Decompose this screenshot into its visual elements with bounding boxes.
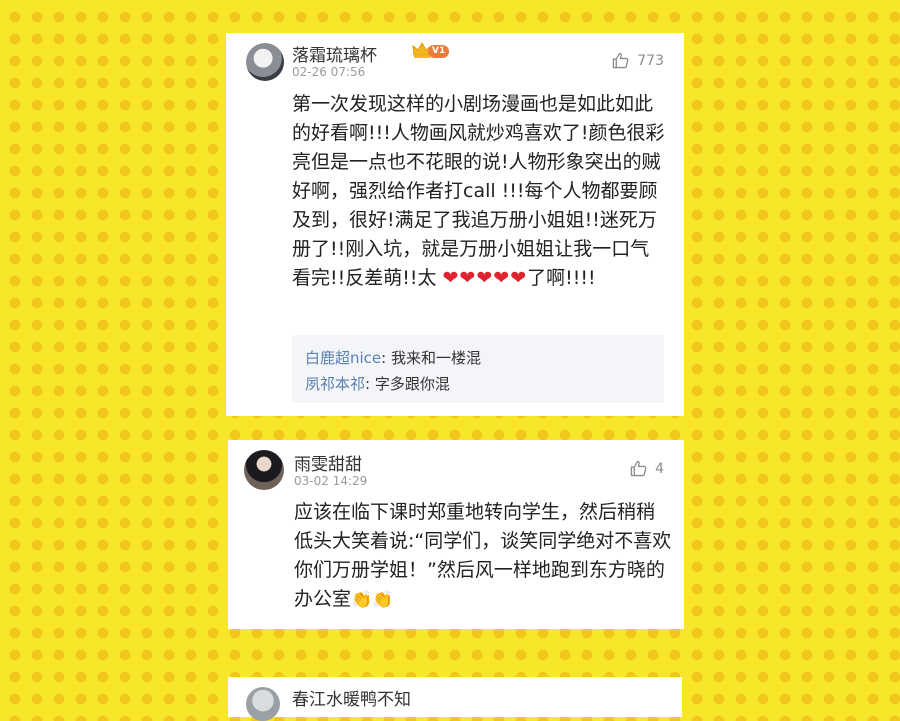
- avatar[interactable]: [244, 450, 284, 490]
- username[interactable]: 落霜琉璃杯: [292, 41, 377, 66]
- like-count: 4: [655, 460, 664, 477]
- comment-text: 应该在临下课时郑重地转向学生，然后稍稍低头大笑着说:“同学们，谈笑同学绝对不喜欢…: [294, 498, 672, 615]
- clap-emoji: 👏👏: [351, 590, 394, 610]
- vip-badge: V1: [428, 45, 450, 58]
- reply-text: : 我来和一楼混: [381, 349, 481, 367]
- reply-item[interactable]: 白鹿超nice: 我来和一楼混: [305, 347, 481, 368]
- reply-item[interactable]: 夙祁本祁: 字多跟你混: [305, 373, 450, 394]
- comment-body-end: 了啊!!!!: [527, 267, 596, 289]
- heart-emoji: ❤❤❤❤❤: [442, 267, 528, 289]
- like-button[interactable]: 773: [612, 52, 664, 69]
- reply-text: : 字多跟你混: [365, 375, 450, 393]
- thumb-up-icon: [630, 460, 647, 477]
- comment-text: 第一次发现这样的小剧场漫画也是如此如此的好看啊!!!人物画风就炒鸡喜欢了!颜色很…: [292, 90, 668, 293]
- reply-username[interactable]: 夙祁本祁: [305, 375, 365, 393]
- reply-box[interactable]: 白鹿超nice: 我来和一楼混 夙祁本祁: 字多跟你混: [292, 335, 664, 403]
- reply-username[interactable]: 白鹿超nice: [305, 349, 381, 367]
- thumb-up-icon: [613, 52, 629, 69]
- comment-date: 02-26 07:56: [292, 65, 366, 79]
- comment-date: 03-02 14:29: [294, 474, 368, 488]
- comment-card: 落霜琉璃杯 V1 02-26 07:56 773 第一次发现这样的小剧场漫画也是…: [226, 33, 684, 416]
- like-button[interactable]: 4: [630, 460, 664, 477]
- comment-body: 第一次发现这样的小剧场漫画也是如此如此的好看啊!!!人物画风就炒鸡喜欢了!颜色很…: [292, 93, 665, 289]
- like-count: 773: [637, 52, 664, 69]
- username[interactable]: 春江水暖鸭不知: [292, 685, 411, 710]
- comment-card: 春江水暖鸭不知: [228, 677, 682, 721]
- avatar[interactable]: [246, 687, 280, 721]
- avatar[interactable]: [246, 43, 284, 81]
- username[interactable]: 雨雯甜甜: [294, 450, 362, 475]
- comment-card: 雨雯甜甜 03-02 14:29 4 应该在临下课时郑重地转向学生，然后稍稍低头…: [228, 440, 684, 629]
